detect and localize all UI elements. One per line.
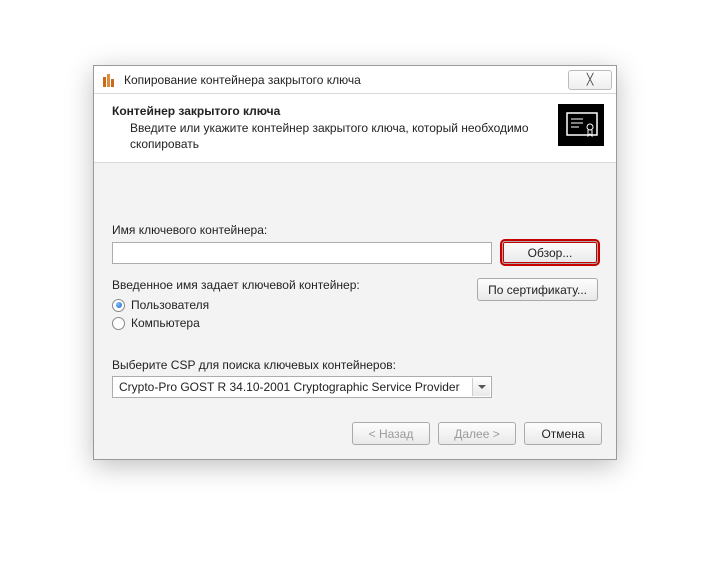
csp-label: Выберите CSP для поиска ключевых контейн… bbox=[112, 358, 598, 372]
scope-label: Введенное имя задает ключевой контейнер: bbox=[112, 278, 470, 292]
app-icon bbox=[102, 72, 118, 88]
by-certificate-button[interactable]: По сертификату... bbox=[477, 278, 598, 301]
certificate-icon bbox=[558, 104, 604, 146]
header-title: Контейнер закрытого ключа bbox=[112, 104, 548, 118]
footer-buttons: < Назад Далее > Отмена bbox=[94, 412, 616, 459]
csp-select[interactable]: Crypto-Pro GOST R 34.10-2001 Cryptograph… bbox=[112, 376, 492, 398]
header-band: Контейнер закрытого ключа Введите или ук… bbox=[94, 94, 616, 163]
browse-button[interactable]: Обзор... bbox=[502, 241, 598, 264]
dialog-window: Копирование контейнера закрытого ключа ╳… bbox=[93, 65, 617, 460]
header-text: Контейнер закрытого ключа Введите или ук… bbox=[112, 104, 558, 152]
scope-radio-user[interactable]: Пользователя bbox=[112, 296, 470, 314]
chevron-down-icon bbox=[472, 378, 490, 396]
radio-icon bbox=[112, 317, 125, 330]
container-name-input[interactable] bbox=[112, 242, 492, 264]
header-subtitle: Введите или укажите контейнер закрытого … bbox=[112, 120, 548, 152]
back-button[interactable]: < Назад bbox=[352, 422, 430, 445]
container-name-label: Имя ключевого контейнера: bbox=[112, 223, 598, 237]
radio-label-user: Пользователя bbox=[131, 298, 209, 312]
scope-radio-group: Пользователя Компьютера bbox=[112, 296, 470, 332]
next-button[interactable]: Далее > bbox=[438, 422, 516, 445]
window-close-button[interactable]: ╳ bbox=[568, 70, 612, 90]
csp-selected-value: Crypto-Pro GOST R 34.10-2001 Cryptograph… bbox=[119, 380, 460, 394]
radio-icon bbox=[112, 299, 125, 312]
window-title: Копирование контейнера закрытого ключа bbox=[124, 73, 568, 87]
title-bar: Копирование контейнера закрытого ключа ╳ bbox=[94, 66, 616, 94]
cancel-button[interactable]: Отмена bbox=[524, 422, 602, 445]
scope-radio-computer[interactable]: Компьютера bbox=[112, 314, 470, 332]
radio-label-computer: Компьютера bbox=[131, 316, 200, 330]
body-area: Имя ключевого контейнера: Обзор... Введе… bbox=[94, 163, 616, 412]
